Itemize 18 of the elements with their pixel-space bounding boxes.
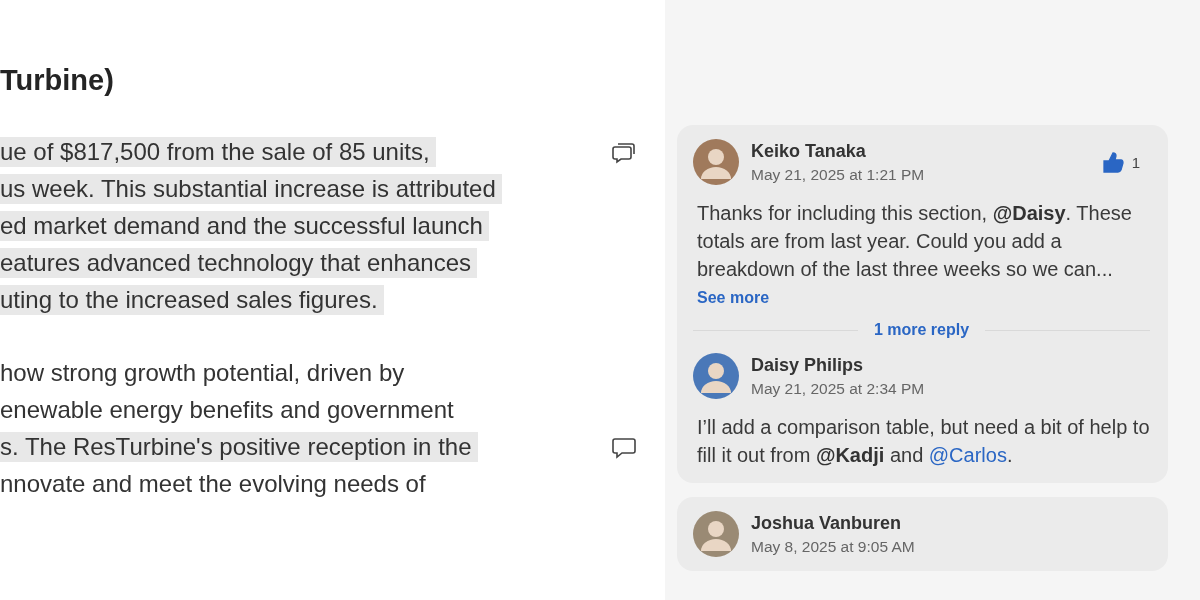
see-more-link[interactable]: See more	[697, 289, 770, 307]
comment-time: May 8, 2025 at 9:05 AM	[751, 537, 916, 556]
comment-icon[interactable]	[612, 437, 636, 459]
paragraph-line: enewable energy benefits and government	[0, 395, 455, 425]
author-name: Keiko Tanaka	[751, 140, 867, 162]
like-button[interactable]: 1	[1101, 150, 1140, 174]
comment-text: Thanks for including this section, @Daisy. These totals are from last year. Could you add a breakdown of the last three weeks so we can...	[697, 201, 1133, 282]
section-heading: Turbine)	[0, 63, 114, 98]
author-name: Daisy Philips	[751, 354, 865, 376]
paragraph-line: how strong growth potential, driven by	[0, 358, 406, 388]
comment-text: I’ll add a comparison table, but need a bit of help to fill it out from @Kadji and @Carlos.	[697, 415, 1150, 468]
comment-time: May 21, 2025 at 2:34 PM	[751, 379, 926, 398]
more-replies-button[interactable]: 1 more reply	[873, 321, 970, 339]
author-name: Joshua Vanburen	[751, 512, 903, 534]
comment-time: May 21, 2025 at 1:21 PM	[751, 165, 926, 184]
mention-link[interactable]: @Carlos	[928, 444, 1007, 466]
paragraph-line: nnovate and meet the evolving needs of	[0, 469, 427, 499]
comments-icon[interactable]	[612, 142, 636, 164]
